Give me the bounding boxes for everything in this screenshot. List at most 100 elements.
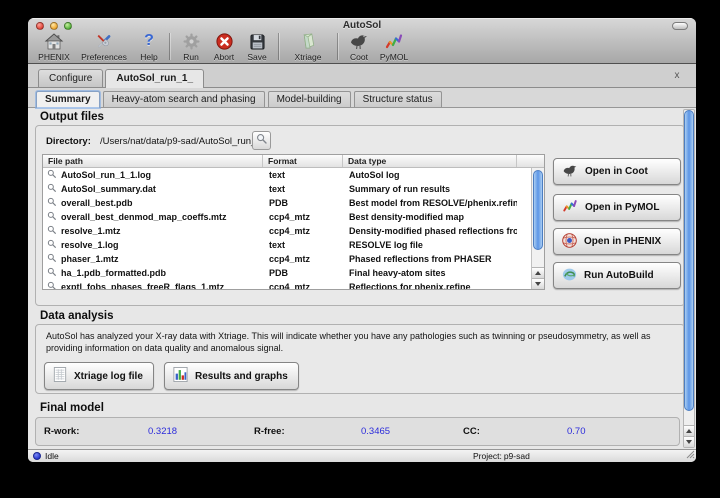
directory-browse-button[interactable] <box>252 131 271 150</box>
directory-value: /Users/nat/data/p9-sad/AutoSol_run_1_ <box>100 136 267 147</box>
save-floppy-icon <box>248 31 267 51</box>
toolbar-run-button[interactable]: Run <box>175 31 207 62</box>
resize-grip-icon[interactable] <box>685 449 695 461</box>
r-free-label: R-free: <box>254 418 285 445</box>
run-gear-icon <box>182 31 201 51</box>
table-row[interactable]: resolve_1.log text RESOLVE log file <box>43 238 544 252</box>
table-row[interactable]: ha_1.pdb_formatted.pdb PDB Final heavy-a… <box>43 266 544 280</box>
table-scroll-down-button[interactable] <box>532 278 544 289</box>
output-files-table: File path Format Data type AutoSol_run_1… <box>42 154 545 290</box>
magnifier-icon[interactable] <box>47 239 57 251</box>
coot-bird-icon <box>561 163 579 181</box>
project-indicator: Project:p9-sad <box>473 451 532 461</box>
magnifier-icon[interactable] <box>47 169 57 181</box>
sub-tab-bar: Summary Heavy-atom search and phasing Mo… <box>28 88 696 108</box>
summary-page: Output files Directory: /Users/nat/data/… <box>28 108 696 449</box>
table-row[interactable]: exptl_fobs_phases_freeR_flags_1.mtz ccp4… <box>43 280 544 290</box>
r-work-value: 0.3218 <box>148 418 177 445</box>
tab-configure[interactable]: Configure <box>38 69 103 87</box>
phenix-sphere-icon <box>561 232 578 252</box>
bar-graph-icon <box>173 366 188 386</box>
open-in-pymol-button[interactable]: Open in PyMOL <box>553 194 681 221</box>
table-scrollbar-thumb[interactable] <box>533 170 543 250</box>
magnifier-icon[interactable] <box>47 225 57 237</box>
data-analysis-panel: AutoSol has analyzed your X-ray data wit… <box>35 324 685 394</box>
magnifier-icon[interactable] <box>47 267 57 279</box>
magnifier-icon[interactable] <box>47 211 57 223</box>
tab-autosol-run[interactable]: AutoSol_run_1_ <box>105 69 204 88</box>
run-autobuild-button[interactable]: Run AutoBuild <box>553 262 681 289</box>
table-row[interactable]: overall_best_denmod_map_coeffs.mtz ccp4_… <box>43 210 544 224</box>
cc-value: 0.70 <box>567 418 586 445</box>
column-format[interactable]: Format <box>263 155 343 167</box>
data-analysis-title: Data analysis <box>40 310 114 322</box>
output-files-title: Output files <box>40 111 104 123</box>
toolbar-toggle-pill[interactable] <box>672 22 688 30</box>
abort-stop-icon <box>215 31 234 51</box>
autobuild-icon <box>561 266 578 286</box>
main-scrollbar[interactable] <box>683 109 695 448</box>
magnifier-icon[interactable] <box>47 197 57 209</box>
toolbar-pymol-button[interactable]: PyMOL <box>375 31 413 62</box>
window-title: AutoSol <box>28 20 696 31</box>
cc-label: CC: <box>463 418 480 445</box>
table-row[interactable]: AutoSol_run_1_1.log text AutoSol log <box>43 168 544 182</box>
xtriage-log-file-button[interactable]: Xtriage log file <box>44 362 154 390</box>
main-scrollbar-thumb[interactable] <box>684 110 694 411</box>
table-row[interactable]: AutoSol_summary.dat text Summary of run … <box>43 182 544 196</box>
toolbar-separator <box>278 33 279 60</box>
table-row[interactable]: resolve_1.mtz ccp4_mtz Density-modified … <box>43 224 544 238</box>
status-indicator-icon <box>33 452 41 460</box>
main-scroll-up-button[interactable] <box>684 425 694 436</box>
table-scrollbar[interactable] <box>531 168 544 289</box>
toolbar-preferences-button[interactable]: Preferences <box>74 31 134 62</box>
preferences-tools-icon <box>94 31 114 51</box>
toolbar: PHENIX Pref <box>34 31 413 62</box>
pymol-ribbon-icon <box>561 198 579 217</box>
table-scroll-up-button[interactable] <box>532 267 544 278</box>
magnifier-icon[interactable] <box>47 183 57 195</box>
tab-structure-status[interactable]: Structure status <box>354 91 442 107</box>
table-header: File path Format Data type <box>43 155 544 168</box>
column-data-type[interactable]: Data type <box>343 155 517 167</box>
toolbar-separator <box>337 33 338 60</box>
toolbar-abort-button[interactable]: Abort <box>207 31 241 62</box>
data-analysis-description: AutoSol has analyzed your X-ray data wit… <box>46 331 674 354</box>
coot-bird-icon <box>348 31 370 51</box>
toolbar-separator <box>169 33 170 60</box>
magnifier-icon[interactable] <box>47 281 57 290</box>
status-text: Idle <box>45 451 59 461</box>
window-chrome: AutoSol PHENIX <box>28 18 696 64</box>
magnifier-icon[interactable] <box>47 253 57 265</box>
pymol-ribbon-icon <box>383 31 405 51</box>
toolbar-save-button[interactable]: Save <box>241 31 273 62</box>
xtriage-crystal-icon <box>298 31 318 51</box>
results-and-graphs-button[interactable]: Results and graphs <box>164 362 299 390</box>
magnifier-icon <box>256 132 268 150</box>
tab-heavy-atom[interactable]: Heavy-atom search and phasing <box>103 91 265 107</box>
open-in-coot-button[interactable]: Open in Coot <box>553 158 681 185</box>
final-model-panel: R-work: 0.3218 R-free: 0.3465 CC: 0.70 <box>35 417 680 446</box>
main-scroll-down-button[interactable] <box>684 436 694 447</box>
table-row[interactable]: phaser_1.mtz ccp4_mtz Phased reflections… <box>43 252 544 266</box>
phenix-home-icon <box>44 31 64 51</box>
open-in-phenix-button[interactable]: Open in PHENIX <box>553 228 681 255</box>
r-work-label: R-work: <box>44 418 79 445</box>
table-row[interactable]: overall_best.pdb PDB Best model from RES… <box>43 196 544 210</box>
directory-label: Directory: <box>46 136 91 147</box>
tab-model-building[interactable]: Model-building <box>268 91 351 107</box>
main-tab-bar: Configure AutoSol_run_1_ x <box>28 64 696 88</box>
toolbar-xtriage-button[interactable]: Xtriage <box>284 31 332 62</box>
toolbar-help-button[interactable]: ? Help <box>134 31 164 62</box>
column-file-path[interactable]: File path <box>43 155 263 167</box>
final-model-title: Final model <box>40 402 104 414</box>
app-window: AutoSol PHENIX <box>28 18 696 462</box>
toolbar-phenix-button[interactable]: PHENIX <box>34 31 74 62</box>
status-bar: Idle Project:p9-sad <box>28 449 696 462</box>
r-free-value: 0.3465 <box>361 418 390 445</box>
log-file-icon <box>53 366 67 386</box>
tab-close-icon[interactable]: x <box>671 70 683 82</box>
toolbar-coot-button[interactable]: Coot <box>343 31 375 62</box>
column-spacer <box>517 155 544 167</box>
tab-summary[interactable]: Summary <box>36 91 100 108</box>
